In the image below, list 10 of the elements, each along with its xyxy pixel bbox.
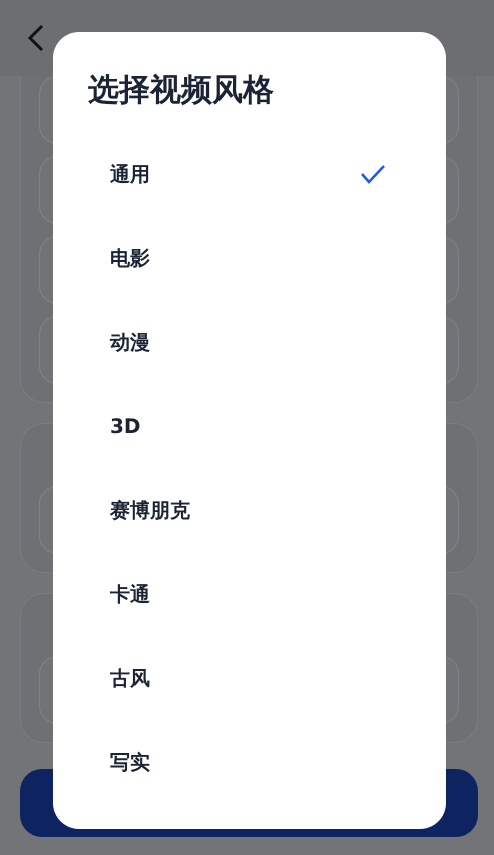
- style-option[interactable]: 卡通: [53, 552, 446, 636]
- style-option[interactable]: 动漫: [53, 300, 446, 384]
- style-option[interactable]: 通用: [53, 132, 446, 216]
- style-option[interactable]: 电影: [53, 216, 446, 300]
- style-option[interactable]: 赛博朋克: [53, 468, 446, 552]
- style-option[interactable]: 3D: [53, 384, 446, 468]
- style-option[interactable]: 古风: [53, 636, 446, 720]
- style-option[interactable]: 写实: [53, 720, 446, 804]
- dialog-title: 选择视频风格: [88, 71, 275, 110]
- back-icon[interactable]: [26, 23, 46, 53]
